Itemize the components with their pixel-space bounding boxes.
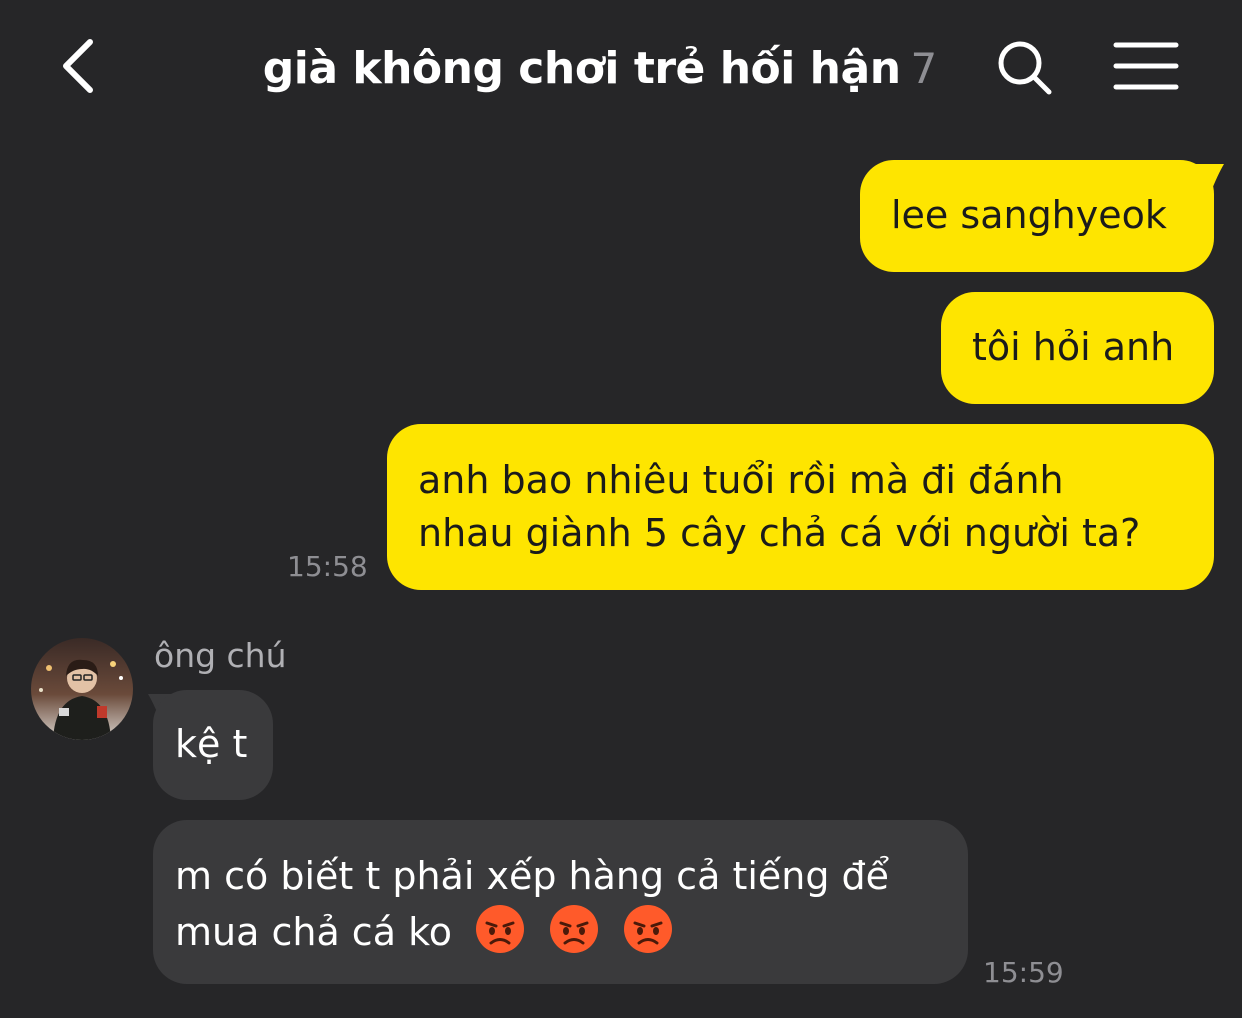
- chat-title: già không chơi trẻ hối hận: [262, 42, 901, 94]
- search-icon: [998, 41, 1052, 95]
- message-text: tôi hỏi anh: [972, 325, 1175, 369]
- message-text-line: m có biết t phải xếp hàng cả tiếng để: [175, 854, 890, 898]
- message-text-line: anh bao nhiêu tuổi rồi mà đi đánh: [418, 458, 1064, 502]
- angry-face-emoji-icon: [476, 905, 525, 953]
- message-timestamp: 15:58: [287, 550, 368, 583]
- message-text-line: mua chả cá ko: [175, 903, 968, 959]
- my-message-bubble[interactable]: tôi hỏi anh: [941, 292, 1214, 404]
- message-text: lee sanghyeok: [891, 193, 1167, 237]
- angry-face-emoji-icon: [550, 905, 599, 953]
- my-message-bubble[interactable]: lee sanghyeok: [860, 160, 1214, 272]
- chevron-left-icon: [63, 39, 93, 93]
- message-text: mua chả cá ko: [175, 910, 452, 954]
- my-message-bubble[interactable]: anh bao nhiêu tuổi rồi mà đi đánh nhau g…: [387, 424, 1214, 590]
- angry-face-emoji-icon: [624, 905, 673, 953]
- their-message-bubble[interactable]: m có biết t phải xếp hàng cả tiếng để mu…: [153, 820, 968, 984]
- chat-title-bar: già không chơi trẻ hối hận 7: [250, 36, 950, 100]
- message-text-line: nhau giành 5 cây chả cá với người ta?: [418, 511, 1141, 555]
- avatar[interactable]: [31, 638, 133, 740]
- back-button[interactable]: [56, 36, 104, 96]
- hamburger-menu-icon: [1113, 42, 1179, 90]
- member-count: 7: [910, 43, 938, 93]
- sender-name: ông chú: [154, 636, 287, 675]
- message-text: kệ t: [175, 722, 248, 766]
- message-timestamp: 15:59: [983, 956, 1064, 989]
- chat-screen: già không chơi trẻ hối hận 7 lee sanghye…: [0, 0, 1242, 1018]
- avatar-photo: [31, 638, 133, 740]
- their-message-bubble[interactable]: kệ t: [153, 690, 273, 800]
- menu-button[interactable]: [1112, 40, 1180, 92]
- search-button[interactable]: [995, 38, 1055, 98]
